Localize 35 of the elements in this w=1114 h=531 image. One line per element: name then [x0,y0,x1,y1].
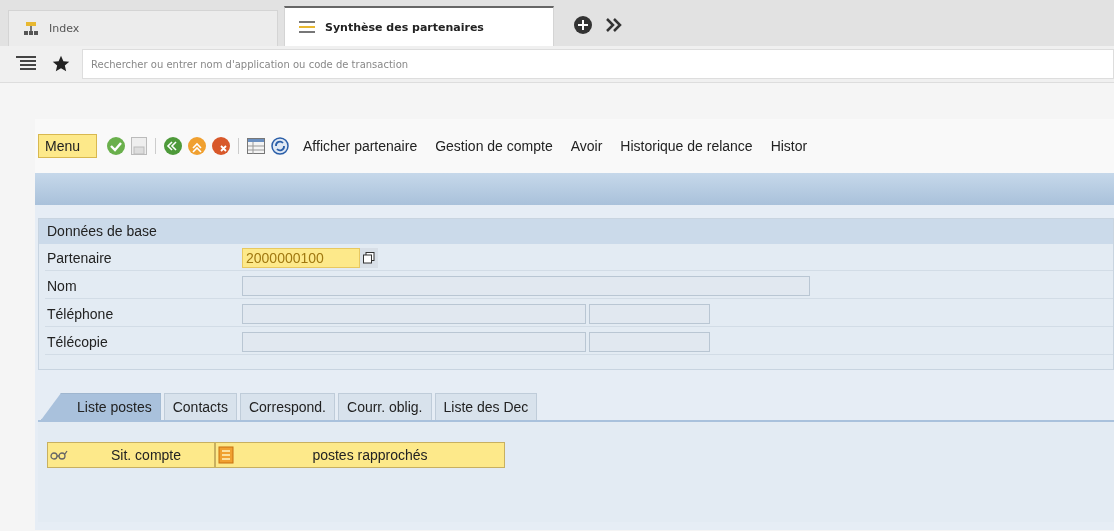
toolbar-button[interactable]: Avoir [564,138,609,154]
document-icon [218,446,234,464]
value-help-icon[interactable] [360,248,378,268]
menu-icon[interactable] [16,55,38,73]
tab[interactable]: Liste des Dec [434,393,538,420]
field-label: Télécopie [46,334,109,350]
browser-tab[interactable]: Synthèse des partenaires [284,6,554,46]
menu-button[interactable]: Menu [38,134,98,158]
tab[interactable]: Courr. oblig. [338,393,432,420]
command-field[interactable]: Rechercher ou entrer nom d'application ou code de transaction [82,49,1114,79]
toolbar-button[interactable]: Histor [764,138,814,154]
group-title: Données de base [39,219,1113,244]
field-label: Téléphone [46,306,115,322]
check-icon[interactable] [107,137,126,155]
toolbar-button[interactable]: Historique de relance [614,138,759,154]
favorites-icon[interactable] [52,55,70,73]
field-label: Nom [46,278,78,294]
browser-tab[interactable]: Index [8,10,278,46]
more-icon[interactable] [606,18,622,32]
back-icon[interactable] [164,137,183,155]
tab[interactable]: Correspond. [239,393,335,420]
list-icon [299,21,315,33]
tab[interactable]: Liste postes [41,393,161,420]
glasses-icon [50,449,68,461]
toolbar-button[interactable]: Afficher partenaire [297,138,424,154]
field-label: Partenaire [46,250,113,266]
toolbar-button[interactable]: Sit. compte [47,442,215,468]
add-icon[interactable] [574,16,592,34]
toolbar-button[interactable]: Gestion de compte [429,138,559,154]
refresh-icon[interactable] [271,137,290,155]
tab[interactable]: Contacts [163,393,237,420]
layout-icon[interactable] [247,138,266,154]
cancel-icon[interactable] [212,137,231,155]
toolbar-button[interactable]: postes rapprochés [215,442,505,468]
hierarchy-icon [23,21,39,36]
